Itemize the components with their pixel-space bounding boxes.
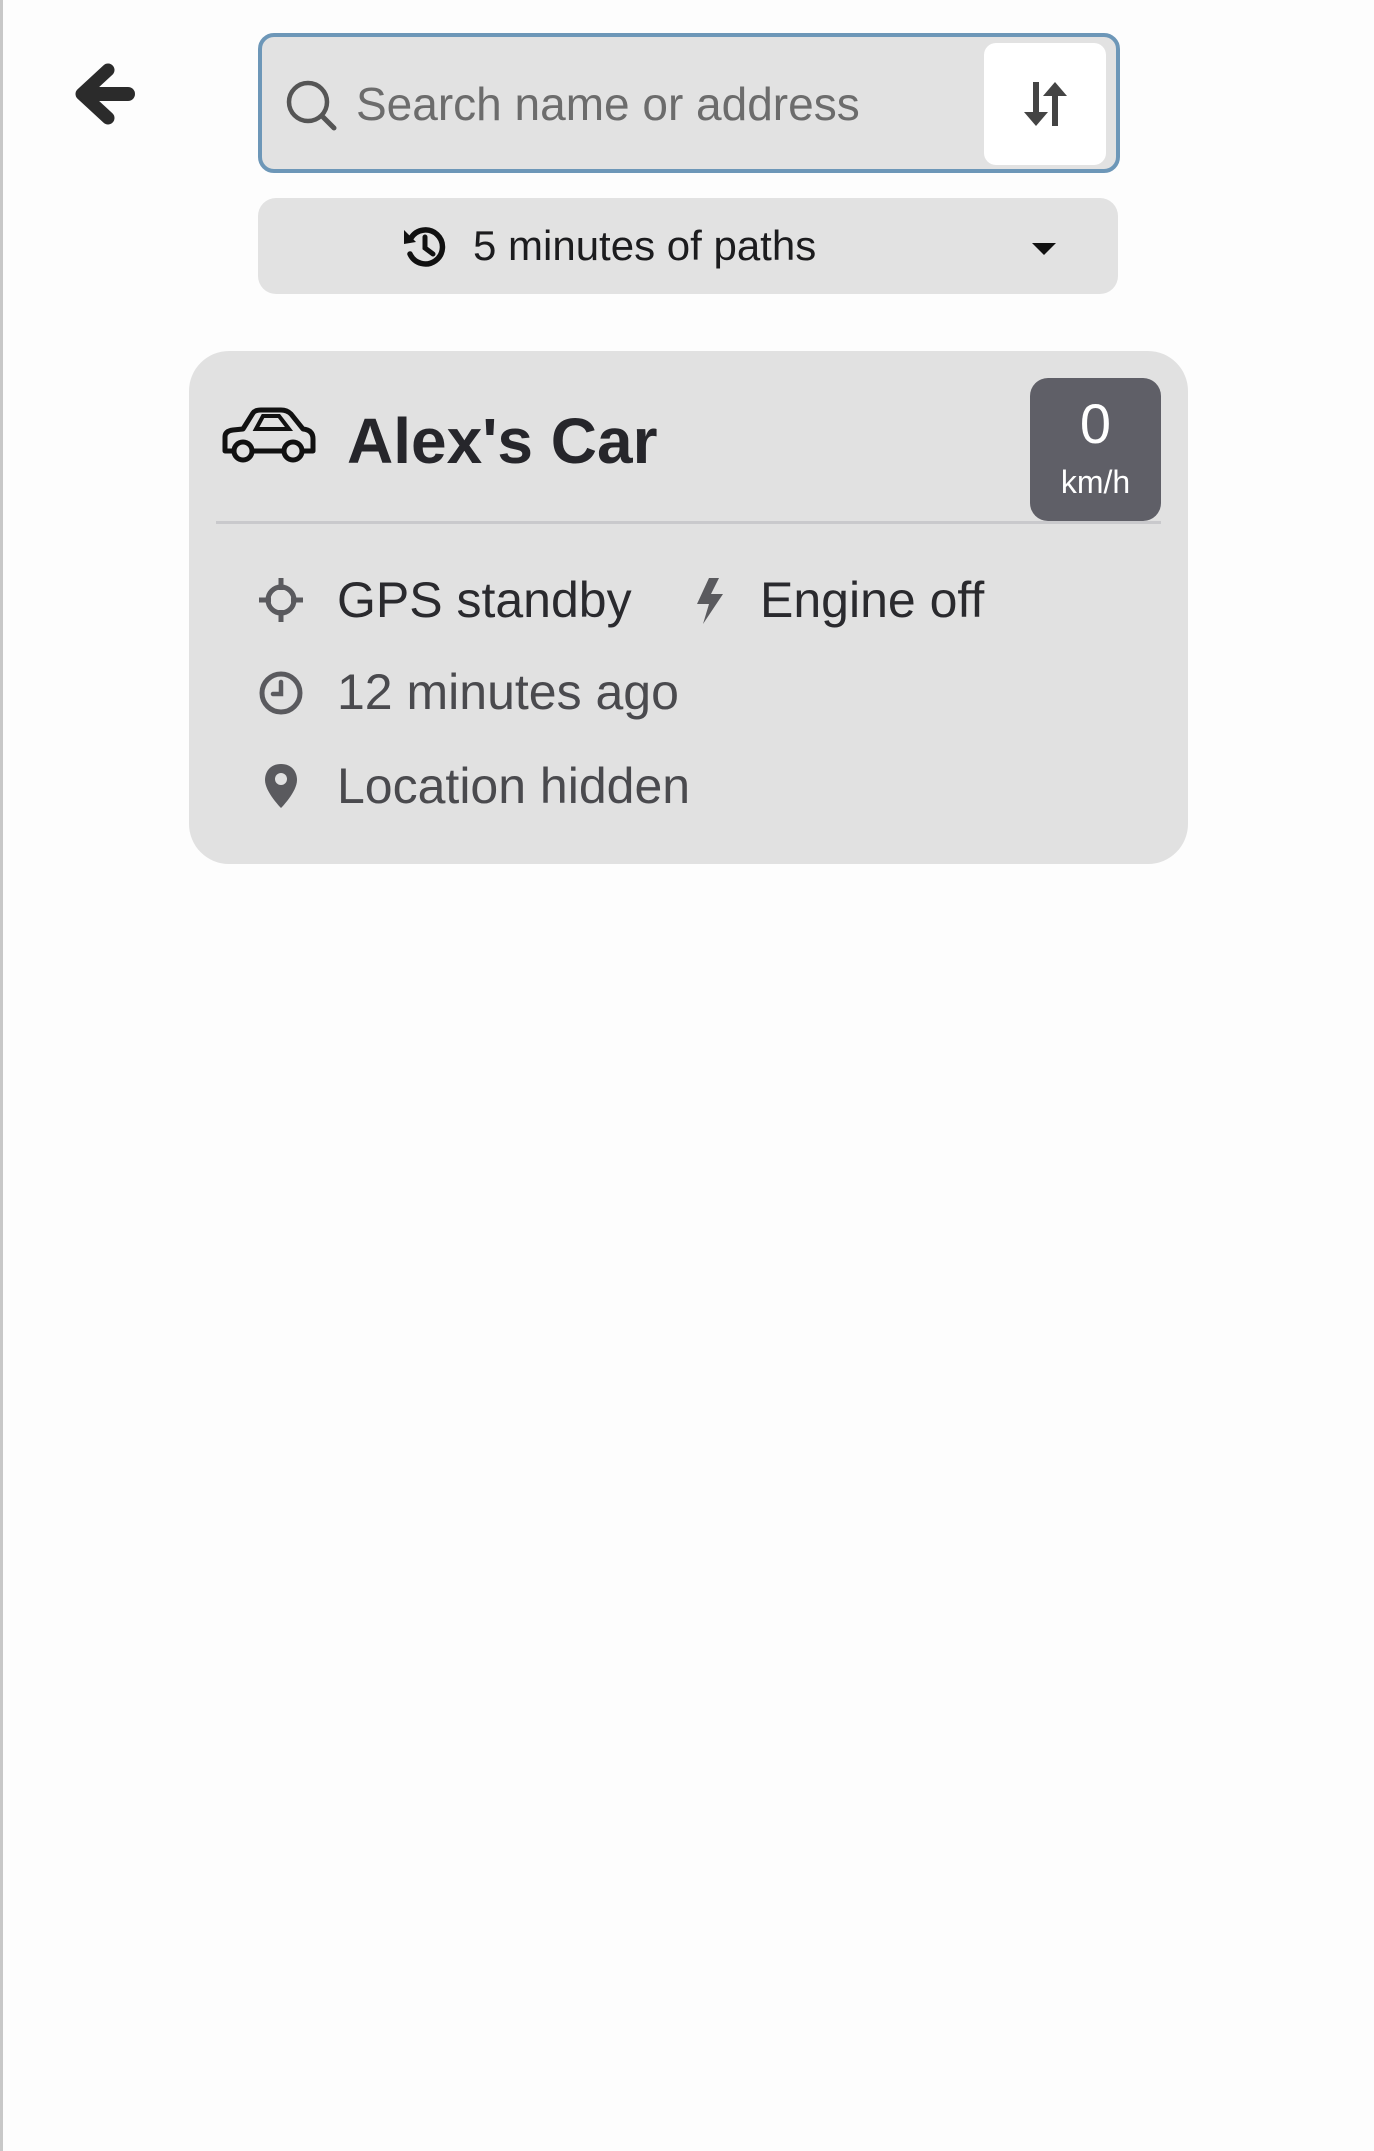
speed-badge: 0 km/h [1030, 378, 1161, 521]
engine-status: Engine off [760, 572, 985, 628]
panel-left-border [0, 0, 3, 2151]
history-icon [404, 227, 446, 267]
history-duration-dropdown[interactable]: 5 minutes of paths [258, 198, 1118, 294]
sort-icon [1024, 82, 1067, 126]
back-button[interactable] [66, 54, 142, 134]
crosshair-icon [259, 578, 303, 622]
sort-button[interactable] [984, 43, 1106, 165]
vehicle-card[interactable]: Alex's Car 0 km/h GPS standby Engine off… [189, 351, 1188, 864]
map-pin-icon [265, 764, 297, 808]
search-input[interactable] [356, 59, 896, 149]
status-row: 12 minutes ago [189, 657, 1188, 727]
speed-unit: km/h [1060, 464, 1131, 500]
caret-down-icon [1032, 243, 1056, 255]
gps-status: GPS standby [337, 572, 632, 628]
vehicle-name: Alex's Car [347, 405, 658, 477]
clock-icon [259, 671, 303, 715]
history-duration-label: 5 minutes of paths [473, 222, 817, 269]
status-row: GPS standby Engine off [189, 565, 1188, 635]
arrow-left-icon [75, 63, 135, 125]
search-icon [286, 80, 337, 131]
last-update: 12 minutes ago [337, 664, 679, 720]
bolt-icon [697, 578, 723, 624]
speed-value: 0 [1079, 392, 1112, 455]
location-status: Location hidden [337, 758, 691, 814]
card-divider [216, 521, 1161, 524]
search-bar [258, 33, 1120, 173]
car-icon [222, 407, 316, 463]
status-row: Location hidden [189, 751, 1188, 821]
